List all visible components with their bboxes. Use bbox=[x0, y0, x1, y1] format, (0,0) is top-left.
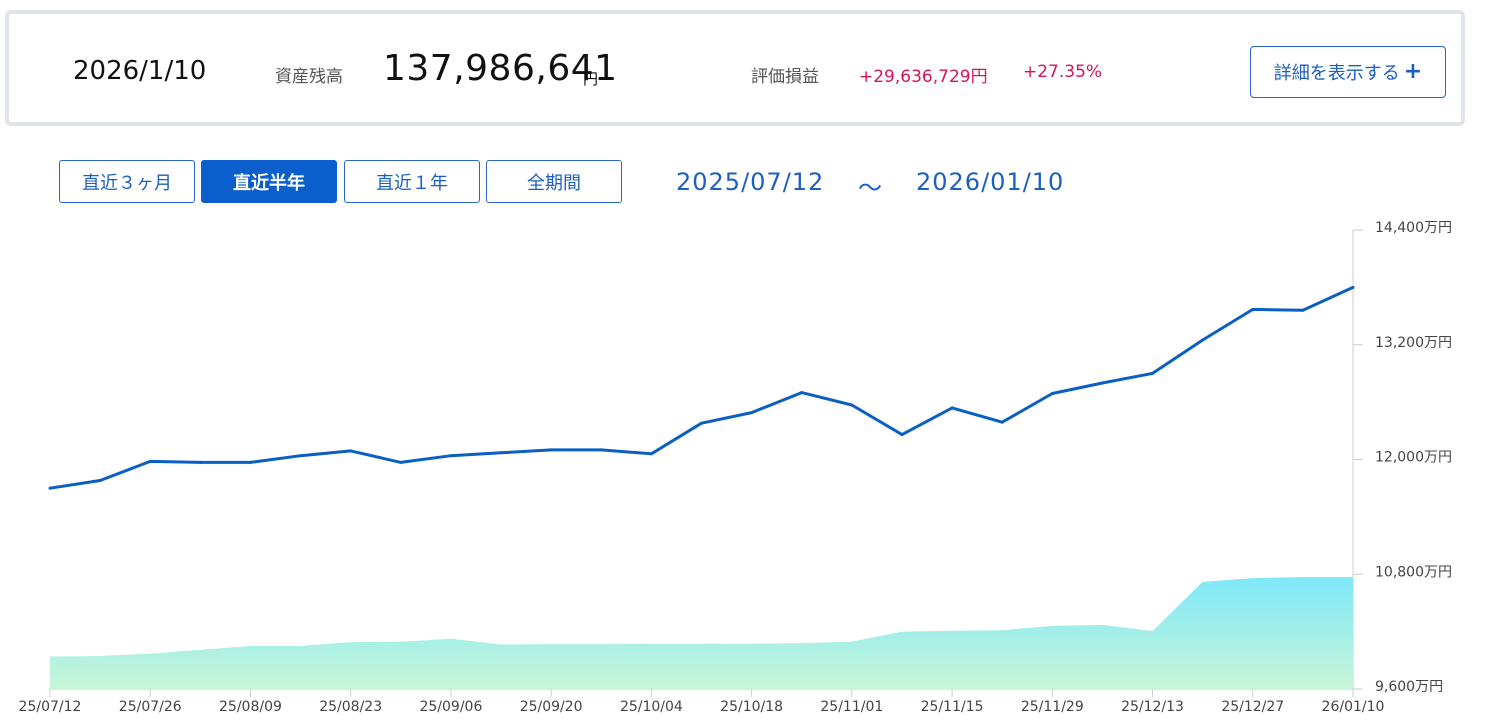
line-point bbox=[750, 411, 754, 415]
line-point bbox=[349, 449, 353, 453]
asset-balance-line bbox=[49, 286, 1354, 490]
line-point bbox=[1100, 381, 1104, 385]
x-tick-label: 26/01/10 bbox=[1322, 699, 1385, 715]
line-point bbox=[800, 391, 804, 395]
line-point bbox=[1301, 308, 1305, 312]
line-point bbox=[700, 421, 703, 425]
line-point bbox=[1050, 392, 1054, 395]
line-point bbox=[900, 433, 904, 437]
x-tick-label: 25/12/27 bbox=[1221, 699, 1284, 715]
line-point bbox=[1251, 307, 1255, 311]
x-tick-label: 25/11/01 bbox=[820, 699, 883, 715]
x-tick-label: 25/10/04 bbox=[620, 699, 683, 715]
line-point bbox=[1151, 371, 1154, 375]
line-point bbox=[148, 459, 152, 463]
y-tick-label: 13,200万円 bbox=[1375, 335, 1452, 351]
line-point bbox=[499, 451, 503, 455]
line-point bbox=[48, 486, 52, 490]
x-tick-label: 25/07/26 bbox=[119, 699, 182, 715]
x-tick-label: 25/12/13 bbox=[1121, 699, 1184, 715]
line-point bbox=[299, 454, 303, 458]
x-tick-label: 25/11/15 bbox=[921, 699, 984, 715]
line-point bbox=[399, 460, 403, 464]
line-point bbox=[599, 448, 603, 452]
x-tick-label: 25/09/20 bbox=[520, 699, 583, 715]
y-tick-label: 10,800万円 bbox=[1375, 564, 1452, 580]
x-tick-label: 25/09/06 bbox=[419, 699, 482, 715]
x-tick-label: 25/10/18 bbox=[720, 699, 783, 715]
line-point bbox=[850, 403, 854, 407]
line-point bbox=[449, 454, 453, 458]
line-point bbox=[649, 452, 653, 456]
line-point bbox=[1351, 285, 1355, 289]
line-point bbox=[549, 448, 553, 452]
line-point bbox=[950, 406, 954, 410]
x-tick-label: 25/11/29 bbox=[1021, 699, 1084, 715]
line-point bbox=[98, 479, 102, 482]
x-tick-label: 25/07/12 bbox=[19, 699, 82, 715]
line-point bbox=[1201, 338, 1205, 342]
line-point bbox=[249, 460, 252, 464]
x-tick-label: 25/08/09 bbox=[219, 699, 282, 715]
y-tick-label: 12,000万円 bbox=[1375, 450, 1452, 466]
line-point bbox=[198, 460, 202, 464]
y-tick-label: 14,400万円 bbox=[1375, 220, 1452, 236]
y-tick-label: 9,600万円 bbox=[1375, 679, 1443, 695]
x-tick-label: 25/08/23 bbox=[319, 699, 382, 715]
asset-chart: 9,600万円 10,800万円 12,000万円 13,200万円 14,400万円 2… bbox=[19, 220, 1452, 715]
line-point bbox=[1000, 420, 1004, 424]
principal-area bbox=[50, 577, 1353, 689]
